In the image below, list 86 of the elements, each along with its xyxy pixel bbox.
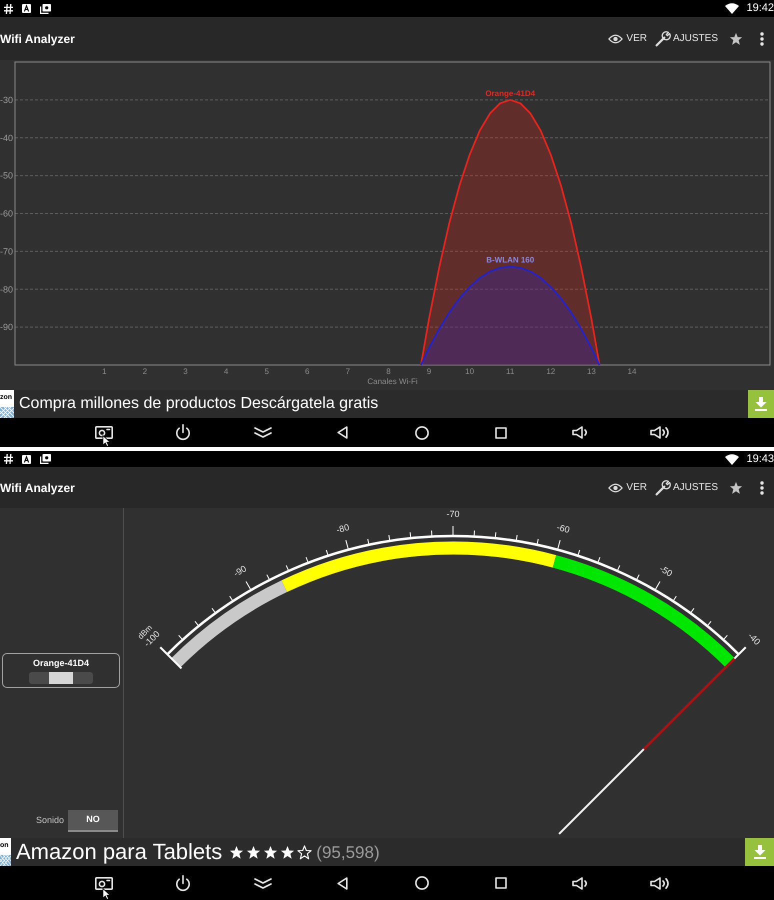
star-icon bbox=[280, 844, 296, 860]
settings-button[interactable]: AJUSTES bbox=[650, 26, 722, 52]
checker-pattern-icon bbox=[0, 855, 11, 866]
recents-icon[interactable] bbox=[495, 877, 508, 889]
axis-tick-label: -90 bbox=[0, 322, 13, 332]
checker-pattern-icon bbox=[0, 407, 14, 418]
ad-app-title: Amazon para Tablets bbox=[16, 841, 222, 863]
star-icon[interactable] bbox=[729, 480, 743, 494]
app-title: Wifi Analyzer bbox=[0, 30, 75, 48]
axis-tick-label: 8 bbox=[386, 367, 391, 376]
view-button[interactable]: VER bbox=[604, 474, 651, 500]
app-title: Wifi Analyzer bbox=[0, 480, 75, 496]
star-icon bbox=[263, 844, 278, 860]
view-button[interactable]: VER bbox=[604, 26, 651, 52]
recents-icon[interactable] bbox=[495, 426, 508, 438]
scale-label: -40 bbox=[746, 630, 762, 647]
axis-tick-label: -60 bbox=[0, 208, 13, 218]
app-notification-icon bbox=[22, 4, 31, 13]
axis-tick-label: 13 bbox=[586, 367, 596, 376]
star-icon bbox=[246, 844, 262, 860]
settings-button[interactable]: AJUSTES bbox=[650, 474, 722, 500]
hash-icon bbox=[4, 454, 13, 464]
back-icon[interactable] bbox=[336, 426, 348, 439]
screenshot-icon[interactable] bbox=[94, 876, 113, 890]
volume-down-icon[interactable] bbox=[572, 876, 590, 890]
signal-indicator-drawing bbox=[29, 672, 93, 684]
axis-tick-label: 11 bbox=[506, 367, 514, 376]
sound-label: Sonido bbox=[36, 814, 64, 828]
axis-tick-label: 9 bbox=[426, 367, 432, 376]
download-icon bbox=[755, 397, 767, 411]
rating-count: (95,598) bbox=[316, 844, 380, 860]
axis-tick-label: 5 bbox=[264, 367, 269, 376]
app-notification-icon bbox=[22, 454, 31, 464]
overflow-menu-icon[interactable] bbox=[760, 32, 764, 46]
clock-time: 19:43 bbox=[746, 454, 774, 464]
gallery-icon bbox=[40, 4, 51, 14]
axis-tick-label: 4 bbox=[224, 367, 228, 376]
back-icon[interactable] bbox=[336, 876, 348, 890]
sound-toggle[interactable]: NO bbox=[68, 810, 118, 832]
axis-tick-label: 12 bbox=[546, 367, 556, 376]
axis-tick-label: -80 bbox=[0, 284, 13, 294]
axis-tick-label: -50 bbox=[0, 170, 13, 181]
overflow-menu-icon[interactable] bbox=[760, 480, 764, 494]
network-item[interactable]: Orange-41D4 bbox=[2, 653, 120, 688]
axis-tick-label: 2 bbox=[142, 367, 148, 376]
clock-time: 19:42 bbox=[746, 3, 774, 14]
home-icon[interactable] bbox=[414, 426, 429, 440]
axis-title: Canales Wi-Fi bbox=[367, 377, 418, 386]
wrench-icon bbox=[654, 30, 671, 46]
star-icon bbox=[229, 844, 244, 860]
power-icon[interactable] bbox=[175, 874, 192, 892]
network-label: Orange-41D4 bbox=[485, 88, 536, 98]
volume-up-icon[interactable] bbox=[650, 876, 671, 890]
eye-icon bbox=[608, 482, 624, 492]
scale-label: -60 bbox=[556, 522, 571, 536]
double-chevron-icon[interactable] bbox=[254, 427, 272, 438]
axis-tick-label: -30 bbox=[0, 94, 13, 105]
axis-tick-label: 10 bbox=[465, 367, 474, 376]
axis-tick-label: -40 bbox=[0, 132, 13, 143]
axis-tick-label: 14 bbox=[628, 367, 636, 376]
volume-down-icon[interactable] bbox=[572, 426, 590, 439]
axis-tick-label: 1 bbox=[102, 367, 107, 376]
scale-label: -70 bbox=[446, 509, 460, 519]
gallery-icon bbox=[40, 454, 51, 464]
double-chevron-icon[interactable] bbox=[254, 878, 272, 888]
scale-label: -80 bbox=[335, 522, 350, 536]
axis-tick-label: 7 bbox=[346, 367, 350, 376]
home-icon[interactable] bbox=[414, 876, 429, 890]
star-icon bbox=[297, 844, 312, 860]
hash-icon bbox=[4, 4, 13, 14]
scale-label: -90 bbox=[232, 564, 248, 579]
wifi-icon bbox=[725, 3, 740, 14]
volume-up-icon[interactable] bbox=[650, 426, 671, 439]
screenshot-icon[interactable] bbox=[94, 426, 113, 439]
network-label: B-WLAN 160 bbox=[486, 256, 534, 265]
axis-tick-label: 6 bbox=[305, 367, 310, 376]
ad-text: Compra millones de productos Descárgatela gratis bbox=[19, 396, 378, 412]
scale-label: -50 bbox=[658, 564, 674, 579]
eye-icon bbox=[608, 34, 624, 44]
power-icon[interactable] bbox=[175, 424, 192, 441]
star-icon[interactable] bbox=[729, 32, 743, 46]
download-icon bbox=[754, 845, 766, 859]
wifi-icon bbox=[725, 454, 740, 464]
axis-tick-label: -70 bbox=[0, 246, 13, 256]
axis-tick-label: 3 bbox=[183, 367, 188, 376]
wrench-icon bbox=[654, 480, 671, 496]
